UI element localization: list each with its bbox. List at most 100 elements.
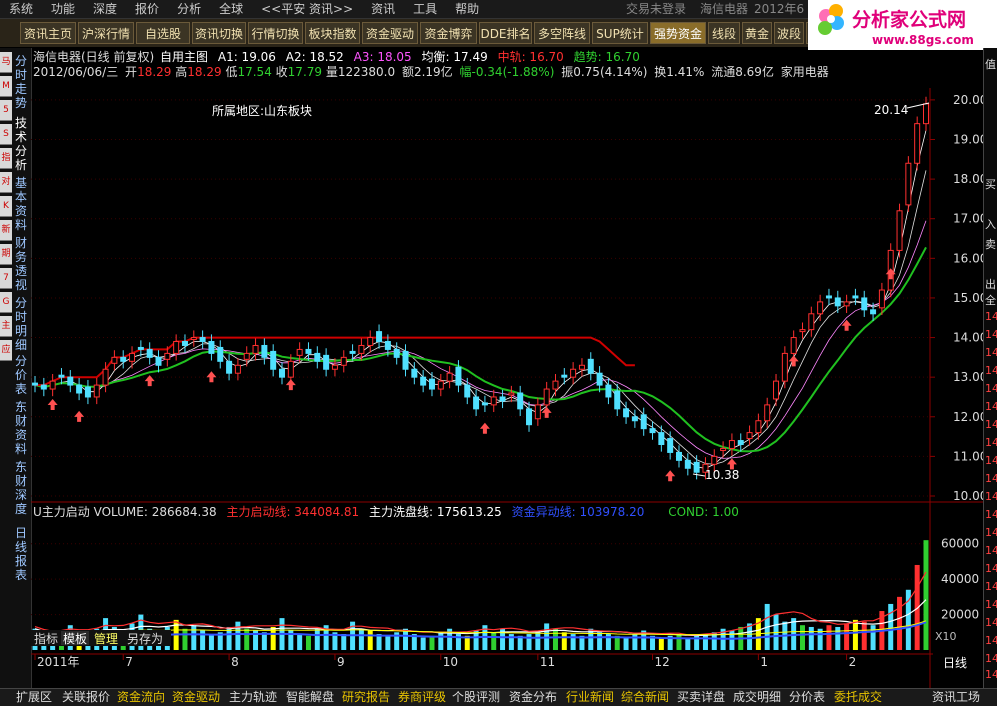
bottom-item-14[interactable]: 分价表	[789, 689, 825, 706]
menu-item-6[interactable]: <<平安 资讯>>	[252, 0, 362, 18]
left-tab-1[interactable]: 技术分析	[13, 116, 29, 172]
menu-item-5[interactable]: 全球	[210, 0, 252, 18]
left-tab-0[interactable]: 分时走势	[13, 54, 29, 110]
left-shortcut-icon-4[interactable]: 指	[0, 148, 12, 169]
tab-indicator[interactable]: 指标	[34, 631, 58, 646]
left-shortcut-icon-10[interactable]: G	[0, 292, 12, 313]
tab-template[interactable]: 模板	[63, 632, 87, 646]
candle-body	[58, 374, 65, 378]
bottom-item-6[interactable]: 研究报告	[342, 689, 390, 706]
toolbar-button-2[interactable]: 自选股	[136, 22, 190, 44]
toolbar-button-4[interactable]: 行情切换	[248, 22, 303, 44]
indicator-a1: A1: 19.06	[218, 50, 276, 64]
left-tab-5[interactable]: 分价表	[13, 354, 29, 396]
left-tab-4[interactable]: 分时明细	[13, 296, 29, 352]
toolbar-button-3[interactable]: 资讯切换	[192, 22, 246, 44]
volume-tick-label-0: 20000	[941, 608, 979, 622]
volume-bar	[358, 628, 364, 650]
amount-value: 额2.19亿	[402, 64, 453, 79]
bottom-item-12[interactable]: 买卖详盘	[677, 689, 725, 706]
menu-item-8[interactable]: 工具	[404, 0, 446, 18]
volume-bar	[314, 628, 320, 650]
candle-body	[693, 461, 700, 473]
volume-bar	[808, 626, 814, 650]
bottom-item-7[interactable]: 券商评级	[398, 689, 446, 706]
period-label[interactable]: 日线	[943, 656, 967, 670]
bottom-item-1[interactable]: 关联报价	[62, 689, 110, 706]
tab-save-as[interactable]: 另存为	[127, 632, 163, 646]
left-shortcut-icon-12[interactable]: 应	[0, 340, 12, 361]
bottom-item-11[interactable]: 综合新闻	[621, 689, 669, 706]
kline-chart[interactable]: 10.00 11.00 12.00 13.00 14.00 15.00 16.00 17.00…	[31, 48, 983, 688]
left-shortcut-icon-9[interactable]: 7	[0, 268, 12, 289]
left-shortcut-icon-2[interactable]: 5	[0, 100, 12, 121]
toolbar-button-7[interactable]: 资金博弈	[420, 22, 477, 44]
bottom-item-8[interactable]: 个股评测	[452, 689, 500, 706]
candle-body	[825, 295, 832, 299]
toolbar-button-9[interactable]: 多空阵线	[534, 22, 590, 44]
left-shortcut-icon-3[interactable]: S	[0, 124, 12, 145]
price-tick-label-7: 17.00	[953, 212, 983, 226]
menu-item-1[interactable]: 功能	[42, 0, 84, 18]
candle-body	[393, 348, 400, 358]
menu-item-9[interactable]: 帮助	[446, 0, 488, 18]
bottom-item-4[interactable]: 主力轨迹	[229, 689, 277, 706]
min-price-label: 10.38	[705, 468, 739, 482]
menu-item-0[interactable]: 系统	[0, 0, 42, 18]
candle-body	[861, 297, 868, 311]
time-tick-label-4: 10	[443, 655, 458, 669]
toolbar-button-5[interactable]: 板块指数	[305, 22, 360, 44]
candle-body	[570, 368, 577, 378]
toolbar-button-13[interactable]: 黄金	[742, 22, 772, 44]
indicator-trend: 趋势: 16.70	[574, 50, 640, 64]
left-shortcut-icon-8[interactable]: 期	[0, 244, 12, 265]
volume-bar	[888, 603, 894, 650]
bottom-item-2[interactable]: 资金流向	[117, 689, 165, 706]
candle-body	[261, 344, 268, 358]
ma-line-0	[34, 130, 927, 469]
bottom-item-5[interactable]: 智能解盘	[286, 689, 334, 706]
candle-body	[852, 295, 859, 299]
left-shortcut-icon-5[interactable]: 对	[0, 172, 12, 193]
bottom-item-10[interactable]: 行业新闻	[566, 689, 614, 706]
menu-item-3[interactable]: 报价	[126, 0, 168, 18]
left-tab-6[interactable]: 东财资料	[13, 400, 29, 456]
left-tab-3[interactable]: 财务透视	[13, 236, 29, 292]
toolbar-button-10[interactable]: SUP统计	[592, 22, 648, 44]
left-tab-2[interactable]: 基本资料	[13, 176, 29, 232]
up-arrow-icon	[206, 371, 217, 383]
left-tab-7[interactable]: 东财深度	[13, 460, 29, 516]
toolbar-button-6[interactable]: 资金驱动	[362, 22, 418, 44]
flower-icon	[818, 4, 844, 35]
left-shortcut-icon-0[interactable]: 马	[0, 52, 12, 73]
menu-item-2[interactable]: 深度	[84, 0, 126, 18]
candle-body	[914, 123, 921, 164]
bottom-right-label[interactable]: 资讯工场	[932, 689, 980, 706]
toolbar-button-12[interactable]: 线段	[708, 22, 740, 44]
bottom-item-9[interactable]: 资金分布	[509, 689, 557, 706]
left-shortcut-icon-6[interactable]: K	[0, 196, 12, 217]
left-shortcut-icon-11[interactable]: 主	[0, 316, 12, 337]
toolbar-button-14[interactable]: 波段	[774, 22, 804, 44]
bottom-item-3[interactable]: 资金驱动	[172, 689, 220, 706]
toolbar-button-0[interactable]: 资讯主页	[20, 22, 76, 44]
left-tab-8[interactable]: 日线报表	[13, 526, 29, 582]
volume-bar	[438, 632, 444, 650]
toolbar-button-1[interactable]: 沪深行情	[78, 22, 134, 44]
toolbar-button-8[interactable]: DDE排名	[479, 22, 532, 44]
bottom-item-0[interactable]: 扩展区	[16, 689, 52, 706]
menu-item-4[interactable]: 分析	[168, 0, 210, 18]
menu-item-7[interactable]: 资讯	[362, 0, 404, 18]
bottom-item-15[interactable]: 委托成交	[834, 689, 882, 706]
right-panel-cell-21: 14	[985, 580, 997, 593]
volume-bar	[623, 637, 629, 650]
left-shortcut-icon-7[interactable]: 新	[0, 220, 12, 241]
tab-manage[interactable]: 管理	[94, 631, 118, 646]
left-shortcut-icon-1[interactable]: M	[0, 76, 12, 97]
bottom-item-13[interactable]: 成交明细	[733, 689, 781, 706]
toolbar-button-11[interactable]: 强势资金	[650, 22, 706, 44]
close-value: 17.79	[288, 65, 322, 79]
volume-bar	[923, 540, 929, 650]
candle-body	[623, 408, 630, 418]
candle-body	[649, 428, 656, 434]
